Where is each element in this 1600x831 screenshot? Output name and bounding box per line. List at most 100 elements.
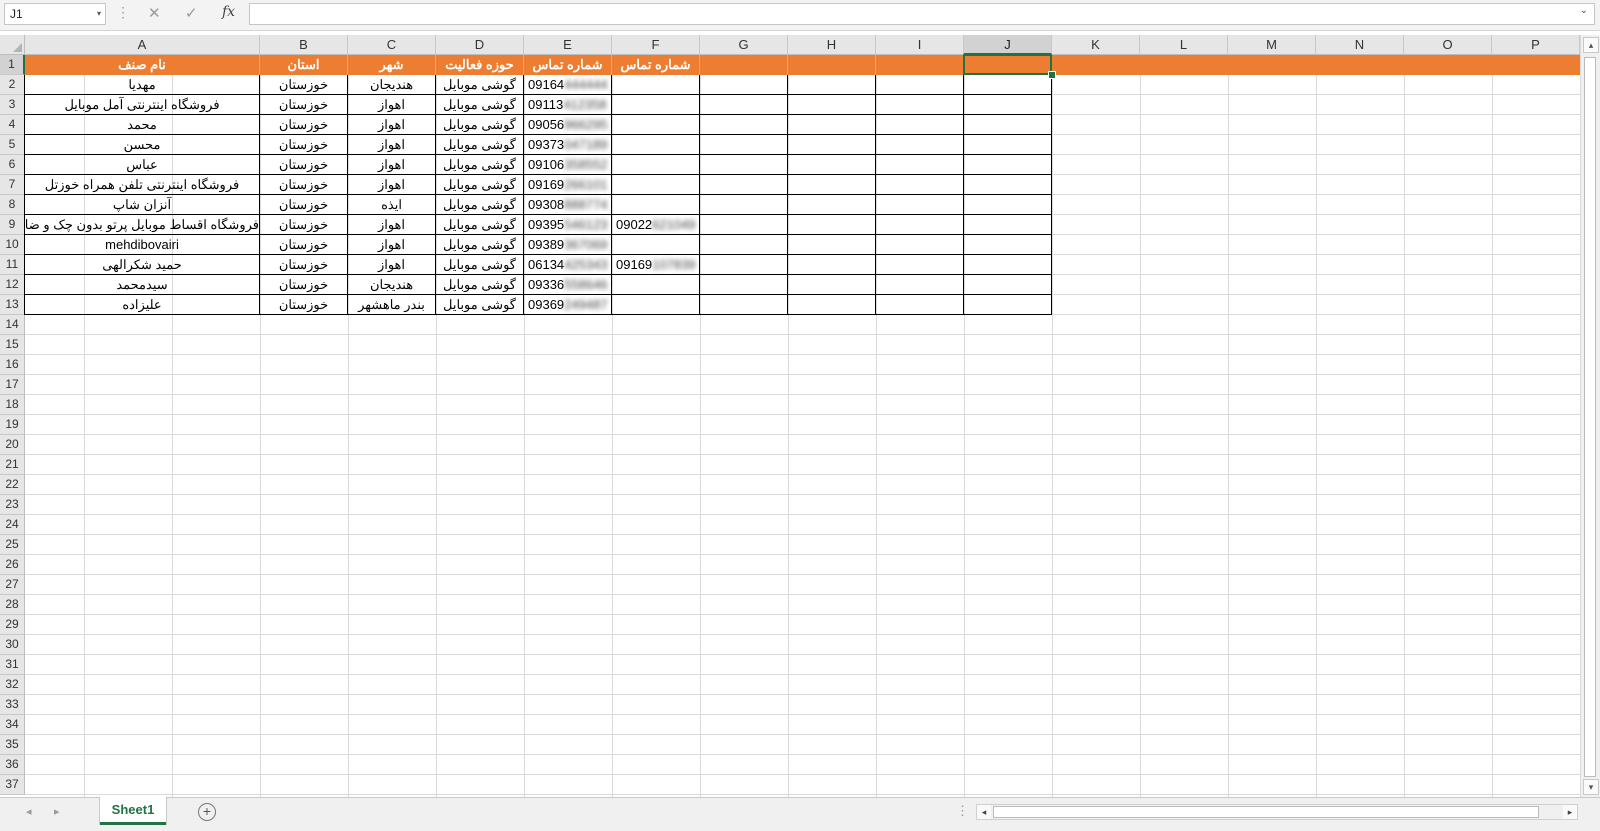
cell-empty[interactable]: [964, 255, 1052, 275]
cell-phone-2[interactable]: [612, 95, 700, 115]
cell-province[interactable]: خوزستان: [260, 95, 348, 115]
previous-sheet-icon[interactable]: ◂: [26, 805, 32, 818]
cell-province[interactable]: خوزستان: [260, 235, 348, 255]
cell-province[interactable]: خوزستان: [260, 275, 348, 295]
cell-field[interactable]: گوشی موبایل: [436, 175, 524, 195]
cell-name[interactable]: محمد: [24, 115, 260, 135]
cell-phone[interactable]: 09395546123: [524, 215, 612, 235]
select-all-button[interactable]: [0, 35, 25, 55]
cell-empty[interactable]: [876, 195, 964, 215]
column-header-d[interactable]: D: [436, 35, 524, 55]
cell-phone-2[interactable]: [612, 235, 700, 255]
add-sheet-icon[interactable]: +: [198, 803, 216, 821]
column-header-e[interactable]: E: [524, 35, 612, 55]
cell-field[interactable]: گوشی موبایل: [436, 155, 524, 175]
cell-city[interactable]: اهواز: [348, 215, 436, 235]
cell-empty[interactable]: [876, 275, 964, 295]
row-header-9[interactable]: 9: [0, 215, 25, 235]
cell-name[interactable]: علیزاده: [24, 295, 260, 315]
row-header-31[interactable]: 31: [0, 655, 25, 675]
scroll-down-icon[interactable]: ▾: [1583, 779, 1599, 795]
cell-phone[interactable]: 09308888774: [524, 195, 612, 215]
cell-city[interactable]: اهواز: [348, 135, 436, 155]
cell-field[interactable]: گوشی موبایل: [436, 195, 524, 215]
name-box[interactable]: J1 ▾: [4, 3, 106, 25]
header-cell-c[interactable]: شهر: [348, 55, 436, 75]
cell-phone[interactable]: 09373047189: [524, 135, 612, 155]
row-header-28[interactable]: 28: [0, 595, 25, 615]
scroll-up-icon[interactable]: ▴: [1583, 37, 1599, 53]
cell-empty[interactable]: [964, 155, 1052, 175]
row-header-19[interactable]: 19: [0, 415, 25, 435]
cell-field[interactable]: گوشی موبایل: [436, 135, 524, 155]
cell-phone-2[interactable]: 09169107839: [612, 255, 700, 275]
cell-empty[interactable]: [788, 155, 876, 175]
row-header-18[interactable]: 18: [0, 395, 25, 415]
row-header-8[interactable]: 8: [0, 195, 25, 215]
cell-phone[interactable]: 06134425343: [524, 255, 612, 275]
cell-empty[interactable]: [700, 95, 788, 115]
column-header-f[interactable]: F: [612, 35, 700, 55]
horizontal-scrollbar[interactable]: ◂ ▸: [976, 804, 1578, 820]
cell-empty[interactable]: [788, 215, 876, 235]
column-header-o[interactable]: O: [1404, 35, 1492, 55]
column-header-i[interactable]: I: [876, 35, 964, 55]
cell-phone-2[interactable]: [612, 75, 700, 95]
column-header-p[interactable]: P: [1492, 35, 1580, 55]
cell-phone[interactable]: 09169266101: [524, 175, 612, 195]
column-header-n[interactable]: N: [1316, 35, 1404, 55]
row-header-23[interactable]: 23: [0, 495, 25, 515]
header-cell-h[interactable]: [788, 55, 876, 75]
cell-phone[interactable]: 09056966295: [524, 115, 612, 135]
cell-empty[interactable]: [700, 215, 788, 235]
active-cell-selection[interactable]: [963, 54, 1052, 75]
cell-phone-2[interactable]: [612, 195, 700, 215]
cell-province[interactable]: خوزستان: [260, 195, 348, 215]
cell-name[interactable]: mehdibovairi: [24, 235, 260, 255]
cell-province[interactable]: خوزستان: [260, 115, 348, 135]
row-header-6[interactable]: 6: [0, 155, 25, 175]
row-header-16[interactable]: 16: [0, 355, 25, 375]
vertical-scroll-thumb[interactable]: [1584, 57, 1596, 777]
scroll-right-icon[interactable]: ▸: [1563, 805, 1577, 819]
cell-city[interactable]: بندر ماهشهر: [348, 295, 436, 315]
cell-empty[interactable]: [788, 135, 876, 155]
cell-empty[interactable]: [788, 175, 876, 195]
cell-empty[interactable]: [964, 115, 1052, 135]
cancel-icon[interactable]: ✕: [148, 4, 161, 22]
cell-province[interactable]: خوزستان: [260, 155, 348, 175]
cell-city[interactable]: اهواز: [348, 235, 436, 255]
cell-phone[interactable]: 09164444444: [524, 75, 612, 95]
row-header-37[interactable]: 37: [0, 775, 25, 795]
sheet-tab-sheet1[interactable]: Sheet1: [100, 797, 166, 825]
cell-empty[interactable]: [876, 215, 964, 235]
row-header-11[interactable]: 11: [0, 255, 25, 275]
cell-field[interactable]: گوشی موبایل: [436, 235, 524, 255]
cell-empty[interactable]: [700, 275, 788, 295]
cell-field[interactable]: گوشی موبایل: [436, 295, 524, 315]
cell-city[interactable]: هندیجان: [348, 75, 436, 95]
row-header-36[interactable]: 36: [0, 755, 25, 775]
row-header-24[interactable]: 24: [0, 515, 25, 535]
cell-empty[interactable]: [700, 195, 788, 215]
cell-empty[interactable]: [788, 255, 876, 275]
cell-empty[interactable]: [964, 295, 1052, 315]
cell-empty[interactable]: [964, 195, 1052, 215]
column-header-m[interactable]: M: [1228, 35, 1316, 55]
column-header-b[interactable]: B: [260, 35, 348, 55]
cell-empty[interactable]: [964, 215, 1052, 235]
row-header-2[interactable]: 2: [0, 75, 25, 95]
cell-name[interactable]: فروشگاه اقساط موبایل پرتو بدون چک و ضامن: [24, 215, 260, 235]
expand-formula-bar-icon[interactable]: ⌄: [1580, 5, 1588, 16]
cell-empty[interactable]: [788, 95, 876, 115]
row-header-27[interactable]: 27: [0, 575, 25, 595]
cell-empty[interactable]: [700, 155, 788, 175]
header-cell-d[interactable]: حوزه فعالیت: [436, 55, 524, 75]
cell-phone-2[interactable]: [612, 155, 700, 175]
header-cell-e[interactable]: شماره تماس: [524, 55, 612, 75]
cell-empty[interactable]: [700, 175, 788, 195]
row-header-21[interactable]: 21: [0, 455, 25, 475]
cell-empty[interactable]: [700, 75, 788, 95]
cell-empty[interactable]: [700, 135, 788, 155]
cell-area[interactable]: نام صنف استان شهر حوزه فعالیت شماره تماس شمار…: [24, 54, 1580, 797]
